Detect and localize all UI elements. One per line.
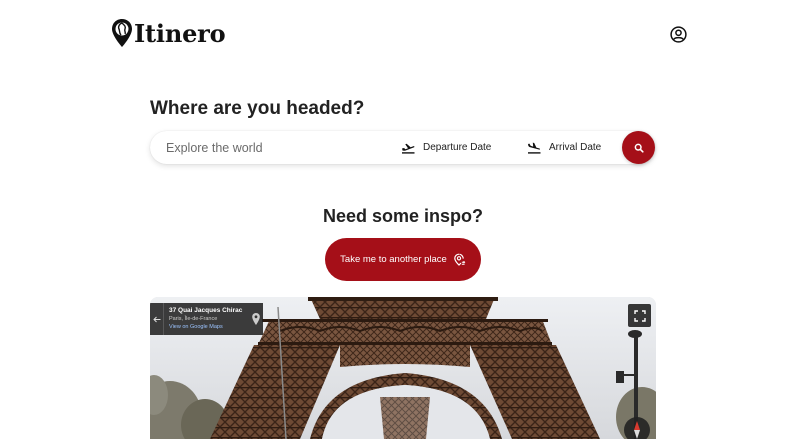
arrival-date-button[interactable]: Arrival Date xyxy=(527,131,601,164)
location-shuffle-icon xyxy=(454,253,466,266)
map-pin-icon[interactable] xyxy=(251,312,261,326)
departure-date-button[interactable]: Departure Date xyxy=(401,131,491,164)
view-on-google-maps-link[interactable]: View on Google Maps xyxy=(169,323,242,331)
plane-departure-icon xyxy=(402,143,415,154)
search-heading: Where are you headed? xyxy=(150,98,365,119)
address-card: 37 Quai Jacques Chirac Paris, Île-de-Fra… xyxy=(150,303,263,335)
search-icon xyxy=(634,143,644,153)
compass-needle-icon xyxy=(634,421,640,439)
header: Itinero xyxy=(0,0,806,70)
brand-name: Itinero xyxy=(134,18,226,48)
map-pin-globe-icon xyxy=(112,19,132,47)
search-button[interactable] xyxy=(622,131,655,164)
arrival-date-label: Arrival Date xyxy=(549,142,602,153)
search-bar: Departure Date Arrival Date xyxy=(150,131,655,164)
back-button[interactable] xyxy=(150,303,164,335)
arrow-left-icon xyxy=(152,316,160,322)
fullscreen-icon xyxy=(633,309,646,322)
fullscreen-button[interactable] xyxy=(628,304,651,327)
user-circle-icon[interactable] xyxy=(670,26,687,43)
street-view-panorama[interactable]: 37 Quai Jacques Chirac Paris, Île-de-Fra… xyxy=(150,297,656,439)
departure-date-label: Departure Date xyxy=(423,142,492,153)
address-subtitle: Paris, Île-de-France xyxy=(169,316,218,322)
random-place-button-label: Take me to another place xyxy=(340,254,447,265)
logo[interactable]: Itinero xyxy=(111,18,226,48)
plane-arrival-icon xyxy=(528,142,541,154)
address-text: 37 Quai Jacques Chirac Paris, Île-de-Fra… xyxy=(169,306,242,331)
compass-icon[interactable] xyxy=(624,417,650,439)
inspo-heading: Need some inspo? xyxy=(322,206,484,226)
search-input[interactable] xyxy=(166,131,386,164)
random-place-button[interactable]: Take me to another place xyxy=(325,238,481,281)
address-title: 37 Quai Jacques Chirac xyxy=(169,307,243,314)
